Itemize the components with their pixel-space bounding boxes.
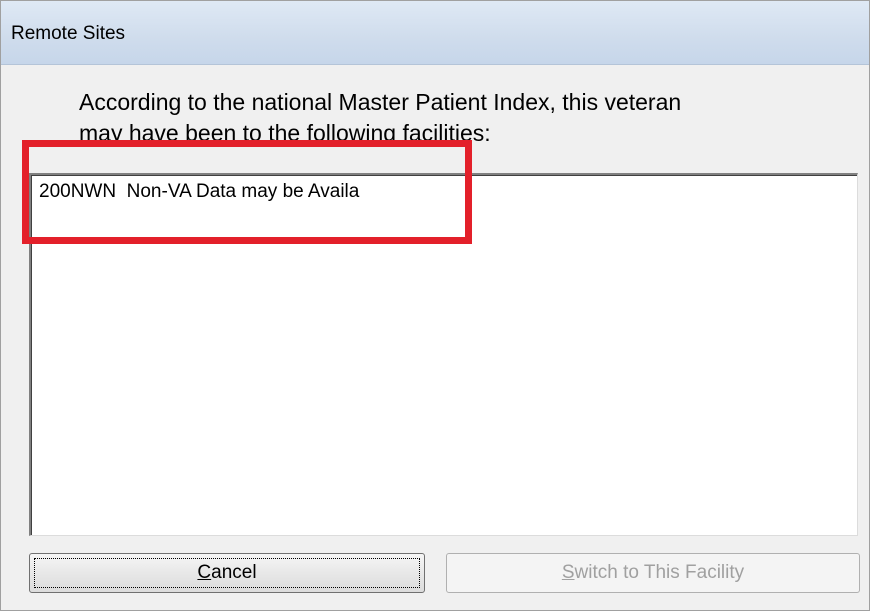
cancel-button[interactable]: Cancel [29,553,425,593]
info-message: According to the national Master Patient… [79,87,839,149]
remote-sites-dialog: Remote Sites According to the national M… [0,0,870,611]
list-item[interactable]: 200NWN Non-VA Data may be Availa [39,181,359,203]
switch-facility-button-label: Switch to This Facility [561,562,745,583]
window-title: Remote Sites [11,23,126,44]
info-message-line-2: may have been to the following facilitie… [79,120,491,146]
info-message-line-1: According to the national Master Patient… [79,89,682,115]
dialog-body: According to the national Master Patient… [1,65,869,610]
switch-facility-button[interactable]: Switch to This Facility [446,553,860,593]
title-bar[interactable]: Remote Sites [1,1,869,65]
facility-listbox[interactable]: 200NWN Non-VA Data may be Availa [29,173,858,536]
focus-rectangle [34,558,420,588]
